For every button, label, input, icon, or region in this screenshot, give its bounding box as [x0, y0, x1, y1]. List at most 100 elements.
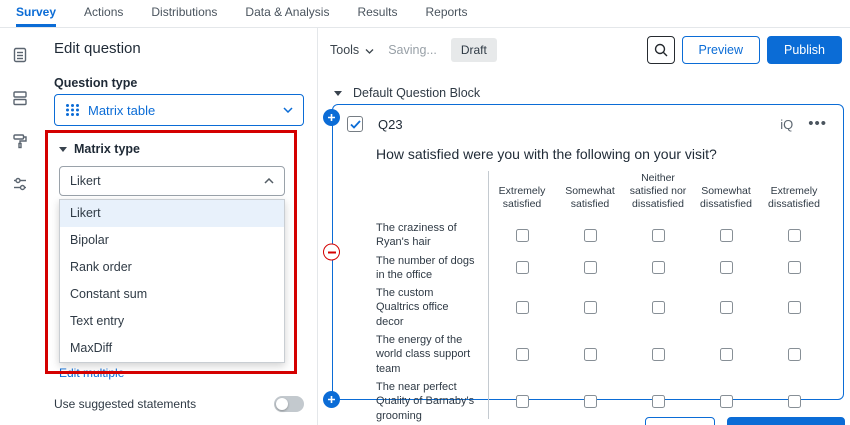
matrix-checkbox[interactable] [584, 348, 597, 361]
saving-status: Saving... [388, 43, 437, 57]
matrix-type-options: LikertBipolarRank orderConstant sumText … [59, 199, 285, 363]
top-nav: Survey Actions Distributions Data & Analysi… [0, 0, 850, 28]
matrix-cell [488, 284, 556, 331]
matrix-cell [760, 219, 828, 252]
question-text[interactable]: How satisfied were you with the followin… [376, 146, 827, 162]
matrix-checkbox[interactable] [720, 301, 733, 314]
matrix-statement[interactable]: The custom Qualtrics office decor [376, 284, 488, 331]
matrix-statement[interactable]: The number of dogs in the office [376, 252, 488, 285]
add-new-question-button-clipped[interactable] [727, 417, 845, 425]
matrix-checkbox[interactable] [584, 261, 597, 274]
matrix-statement[interactable]: The near perfect Quality of Barnaby's gr… [376, 378, 488, 425]
matrix-checkbox[interactable] [720, 348, 733, 361]
nav-results[interactable]: Results [357, 0, 397, 27]
matrix-checkbox[interactable] [516, 301, 529, 314]
suggested-statements-label: Use suggested statements [54, 397, 196, 411]
publish-button[interactable]: Publish [767, 36, 842, 64]
edit-question-panel: Edit question Question type Matrix table… [40, 28, 318, 425]
nav-actions[interactable]: Actions [84, 0, 123, 27]
matrix-column-header[interactable]: Neither satisfied nor dissatisfied [624, 171, 692, 219]
question-type-label: Question type [54, 76, 137, 90]
preview-button[interactable]: Preview [682, 36, 760, 64]
editor-toolbar: Tools Saving... Draft Preview Publish [330, 34, 842, 66]
matrix-checkbox[interactable] [584, 229, 597, 242]
import-from-library-button-clipped[interactable] [645, 417, 715, 425]
matrix-column-header[interactable]: Somewhat dissatisfied [692, 171, 760, 219]
matrix-checkbox[interactable] [788, 261, 801, 274]
matrix-checkbox[interactable] [720, 229, 733, 242]
add-question-below-button[interactable] [323, 391, 340, 408]
survey-builder-icon[interactable] [7, 42, 33, 68]
matrix-checkbox[interactable] [652, 395, 665, 408]
matrix-column-header[interactable]: Extremely dissatisfied [760, 171, 828, 219]
matrix-checkbox[interactable] [788, 229, 801, 242]
qualtrics-survey-editor: Survey Actions Distributions Data & Analysi… [0, 0, 850, 425]
matrix-type-option-maxdiff[interactable]: MaxDiff [60, 335, 284, 362]
matrix-type-option-text-entry[interactable]: Text entry [60, 308, 284, 335]
survey-options-icon[interactable] [7, 171, 33, 197]
matrix-cell [556, 252, 624, 285]
matrix-cell [760, 331, 828, 378]
matrix-type-option-bipolar[interactable]: Bipolar [60, 227, 284, 254]
search-icon [654, 43, 668, 57]
question-block-header: Default Question Block [334, 86, 480, 100]
question-card-wrap: Q23 iQ ••• How satisfied were you with t… [332, 104, 844, 400]
toolbar-right: Preview Publish [647, 36, 842, 64]
question-id: Q23 [378, 117, 403, 132]
matrix-type-section-header[interactable]: Matrix type [59, 142, 140, 156]
matrix-type-label: Matrix type [74, 142, 140, 156]
question-type-select[interactable]: Matrix table [54, 94, 304, 126]
tools-label: Tools [330, 43, 359, 57]
question-type-value: Matrix table [88, 103, 155, 118]
suggested-statements-row: Use suggested statements [54, 396, 304, 412]
matrix-cell [556, 284, 624, 331]
question-card-header: Q23 iQ ••• [333, 105, 843, 132]
plus-icon [327, 395, 336, 404]
nav-data-analysis[interactable]: Data & Analysis [245, 0, 329, 27]
matrix-checkbox[interactable] [584, 395, 597, 408]
matrix-checkbox[interactable] [652, 348, 665, 361]
blocks-icon[interactable] [7, 85, 33, 111]
matrix-checkbox[interactable] [788, 348, 801, 361]
matrix-type-option-rank-order[interactable]: Rank order [60, 254, 284, 281]
nav-reports[interactable]: Reports [425, 0, 467, 27]
remove-question-button[interactable] [323, 244, 340, 261]
matrix-column-header[interactable]: Extremely satisfied [488, 171, 556, 219]
question-select-checkbox[interactable] [347, 116, 363, 132]
look-and-feel-icon[interactable] [7, 128, 33, 154]
matrix-checkbox[interactable] [788, 395, 801, 408]
matrix-column-header[interactable]: Somewhat satisfied [556, 171, 624, 219]
nav-survey[interactable]: Survey [16, 0, 56, 27]
matrix-statement[interactable]: The energy of the world class support te… [376, 331, 488, 378]
suggested-statements-toggle[interactable] [274, 396, 304, 412]
matrix-type-option-likert[interactable]: Likert [60, 200, 284, 227]
tools-menu-button[interactable]: Tools [330, 43, 374, 57]
matrix-checkbox[interactable] [788, 301, 801, 314]
matrix-checkbox[interactable] [652, 301, 665, 314]
matrix-checkbox[interactable] [516, 229, 529, 242]
nav-distributions[interactable]: Distributions [151, 0, 217, 27]
matrix-type-select[interactable]: Likert [59, 166, 285, 196]
matrix-checkbox[interactable] [652, 261, 665, 274]
draft-badge: Draft [451, 38, 497, 62]
matrix-type-option-constant-sum[interactable]: Constant sum [60, 281, 284, 308]
matrix-checkbox[interactable] [516, 395, 529, 408]
matrix-checkbox[interactable] [652, 229, 665, 242]
matrix-cell [624, 252, 692, 285]
iq-badge: iQ [780, 117, 793, 132]
edit-multiple-link[interactable]: Edit multiple [59, 366, 124, 380]
matrix-checkbox[interactable] [720, 395, 733, 408]
matrix-checkbox[interactable] [720, 261, 733, 274]
search-button[interactable] [647, 36, 675, 64]
block-collapse-caret-icon[interactable] [334, 91, 342, 96]
matrix-statement[interactable]: The craziness of Ryan's hair [376, 219, 488, 252]
matrix-checkbox[interactable] [516, 348, 529, 361]
matrix-cell [556, 378, 624, 425]
matrix-checkbox[interactable] [584, 301, 597, 314]
question-card[interactable]: Q23 iQ ••• How satisfied were you with t… [332, 104, 844, 400]
matrix-checkbox[interactable] [516, 261, 529, 274]
minus-icon [328, 251, 336, 253]
block-title: Default Question Block [353, 86, 480, 100]
question-menu-button[interactable]: ••• [808, 119, 827, 129]
add-question-above-button[interactable] [323, 109, 340, 126]
